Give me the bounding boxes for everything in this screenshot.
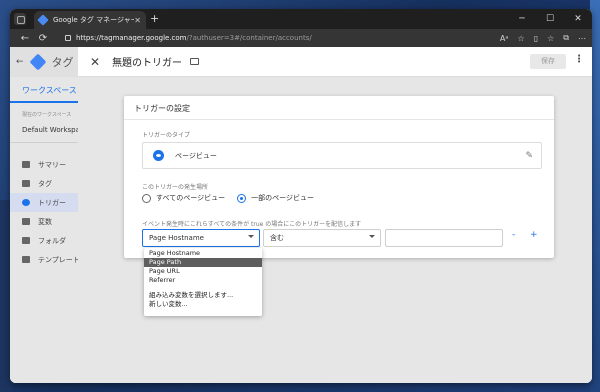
tab-close-icon[interactable]: ✕ bbox=[134, 16, 141, 25]
window-controls: ─ ☐ ✕ bbox=[508, 9, 592, 29]
menu-item-builtin-variables[interactable]: 組み込み変数を選択します... bbox=[144, 291, 262, 300]
menu-item-new-variable[interactable]: 新しい変数... bbox=[144, 300, 262, 309]
trigger-type-label: トリガーのタイプ bbox=[142, 132, 191, 139]
close-icon[interactable]: ✕ bbox=[90, 55, 100, 69]
tab-title: Google タグ マネージャー bbox=[53, 16, 135, 24]
back-arrow-icon[interactable]: ← bbox=[16, 33, 34, 44]
sidebar-item-summary[interactable]: サマリー bbox=[10, 155, 78, 174]
refresh-icon[interactable]: ⟳ bbox=[34, 33, 52, 44]
new-tab-button[interactable]: + bbox=[150, 12, 159, 25]
add-condition-button[interactable]: + bbox=[530, 230, 538, 240]
more-vert-icon[interactable]: ⋮ bbox=[574, 54, 584, 65]
sidebar-nav: サマリー タグ トリガー 変数 フォルダ テンプレート bbox=[10, 143, 78, 269]
template-icon bbox=[22, 256, 30, 263]
condition-label: イベント発生時にこれらすべての条件が true の場合にこのトリガーを配信します bbox=[142, 221, 362, 228]
gtm-brand: タグ bbox=[51, 56, 74, 69]
remove-condition-button[interactable]: - bbox=[512, 230, 515, 240]
radio-some-pageviews[interactable]: 一部のページビュー bbox=[237, 193, 314, 203]
variable-select[interactable]: Page Hostname bbox=[142, 229, 260, 247]
menu-item-page-url[interactable]: Page URL bbox=[144, 267, 262, 276]
browser-tab[interactable]: Google タグ マネージャー ✕ bbox=[34, 11, 146, 29]
close-window-button[interactable]: ✕ bbox=[564, 9, 592, 29]
tab-workspace[interactable]: ワークスペース bbox=[10, 77, 78, 103]
menu-item-referrer[interactable]: Referrer bbox=[144, 276, 262, 285]
sidebar-item-templates[interactable]: テンプレート bbox=[10, 250, 78, 269]
gtm-favicon-icon bbox=[37, 14, 49, 26]
operator-select[interactable]: 含む bbox=[263, 229, 381, 247]
tab-bar: Google タグ マネージャー ✕ + ─ ☐ ✕ bbox=[10, 9, 592, 29]
folder-icon bbox=[22, 237, 30, 244]
more-menu-icon[interactable]: ⋯ bbox=[578, 34, 586, 43]
menu-item-page-path[interactable]: Page Path bbox=[144, 258, 262, 267]
workspace-selector[interactable]: Default Workspace bbox=[10, 118, 78, 143]
trigger-config-card: トリガーの設定 トリガーのタイプ ページビュー ✎ このトリガーの発生場所 すべ… bbox=[124, 96, 554, 258]
radio-all-pageviews[interactable]: すべてのページビュー bbox=[142, 193, 225, 203]
folder-icon[interactable] bbox=[190, 58, 200, 65]
tag-icon bbox=[22, 180, 30, 187]
trigger-type-name: ページビュー bbox=[175, 151, 217, 160]
trigger-type-selector[interactable]: ページビュー ✎ bbox=[142, 142, 542, 169]
read-aloud-icon[interactable]: Aᵃ bbox=[500, 34, 509, 43]
folder-icon bbox=[22, 161, 30, 168]
lock-icon bbox=[65, 35, 71, 41]
fires-on-label: このトリガーの発生場所 bbox=[142, 184, 209, 191]
back-arrow-icon[interactable]: ← bbox=[16, 57, 24, 67]
edit-pencil-icon[interactable]: ✎ bbox=[525, 151, 533, 161]
sidebar-item-folders[interactable]: フォルダ bbox=[10, 231, 78, 250]
save-button[interactable]: 保存 bbox=[530, 54, 566, 69]
minimize-button[interactable]: ─ bbox=[508, 9, 536, 29]
sidebar-item-triggers[interactable]: トリガー bbox=[10, 193, 78, 212]
split-screen-icon[interactable]: ▯ bbox=[534, 34, 538, 43]
condition-value-input[interactable] bbox=[385, 229, 503, 247]
gtm-header: ← タグ bbox=[10, 47, 78, 77]
url-text: https://tagmanager.google.com/?authuser=… bbox=[76, 34, 312, 42]
card-title: トリガーの設定 bbox=[124, 96, 554, 120]
pageview-eye-icon bbox=[153, 150, 164, 161]
extensions-icon[interactable]: ⧉ bbox=[563, 33, 569, 43]
sidebar-item-tags[interactable]: タグ bbox=[10, 174, 78, 193]
trigger-icon bbox=[22, 199, 30, 206]
variable-icon bbox=[22, 218, 30, 225]
current-workspace-label: 現在のワークスペース bbox=[22, 112, 72, 118]
url-field[interactable]: https://tagmanager.google.com/?authuser=… bbox=[65, 31, 482, 45]
favorites-icon[interactable]: ☆ bbox=[547, 34, 554, 43]
dropdown-arrow-icon bbox=[369, 235, 375, 238]
gtm-sidebar: ← タグ ワークスペース 現在のワークスペース Default Workspac… bbox=[10, 47, 78, 383]
radio-circle-selected bbox=[237, 193, 247, 203]
trigger-title[interactable]: 無題のトリガー bbox=[112, 54, 182, 69]
variable-dropdown-menu: Page Hostname Page Path Page URL Referre… bbox=[144, 248, 262, 316]
panel-header: ✕ 無題のトリガー 保存 ⋮ bbox=[78, 47, 592, 77]
sidebar-item-variables[interactable]: 変数 bbox=[10, 212, 78, 231]
radio-circle bbox=[142, 193, 151, 203]
dropdown-arrow-icon bbox=[248, 235, 254, 238]
fires-on-options: すべてのページビュー 一部のページビュー bbox=[142, 193, 314, 203]
gtm-logo-icon bbox=[29, 53, 47, 71]
workspaces-icon[interactable] bbox=[14, 13, 26, 25]
browser-window: Google タグ マネージャー ✕ + ─ ☐ ✕ ← ⟳ https://t… bbox=[10, 9, 592, 383]
address-bar: ← ⟳ https://tagmanager.google.com/?authu… bbox=[10, 29, 592, 47]
favorite-star-icon[interactable]: ☆ bbox=[518, 34, 525, 43]
menu-item-page-hostname[interactable]: Page Hostname bbox=[144, 249, 262, 258]
browser-toolbar-icons: Aᵃ ☆ ▯ ☆ ⧉ ⋯ bbox=[500, 29, 586, 47]
maximize-button[interactable]: ☐ bbox=[536, 9, 564, 29]
